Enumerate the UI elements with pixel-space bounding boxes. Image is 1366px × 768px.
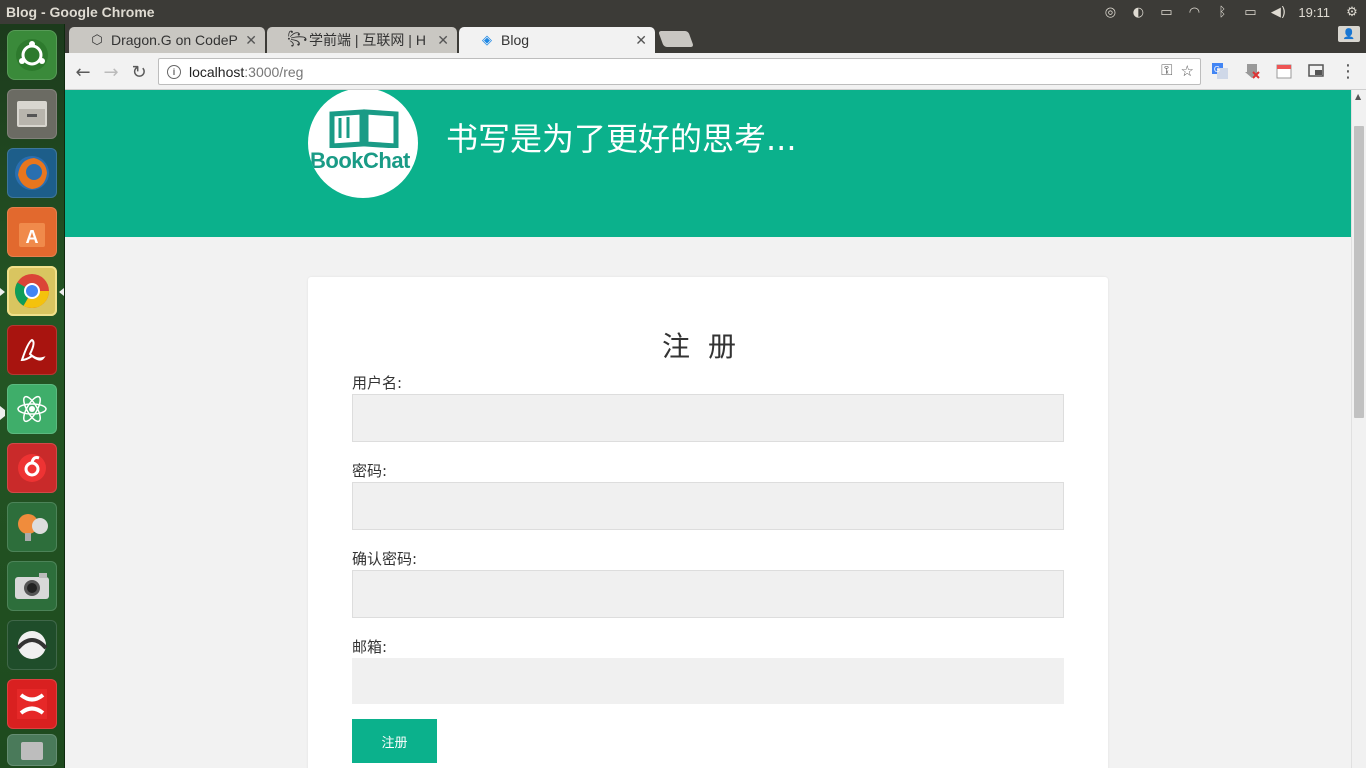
netease-music-icon[interactable] xyxy=(7,443,57,493)
email-label: 邮箱: xyxy=(352,638,388,656)
username-input[interactable] xyxy=(352,394,1064,442)
tab-blog[interactable]: ◈ Blog ✕ xyxy=(459,27,655,53)
blog-icon: ◈ xyxy=(482,32,492,47)
tab-label: 学前端 | 互联网 | H xyxy=(309,32,426,48)
launcher: A xyxy=(0,24,65,768)
password-input[interactable] xyxy=(352,482,1064,530)
trash-icon[interactable] xyxy=(7,734,57,766)
close-icon[interactable]: ✕ xyxy=(437,32,449,49)
brightness-icon[interactable] xyxy=(7,502,57,552)
form-title: 注册 xyxy=(661,330,754,363)
clock[interactable]: 19:11 xyxy=(1298,5,1330,20)
ubuntu-dash-icon[interactable] xyxy=(7,30,57,80)
tab-xueqianduan[interactable]: ꧂ 学前端 | 互联网 | H ✕ xyxy=(267,27,457,53)
url-path: :3000/reg xyxy=(244,63,304,80)
vertical-scrollbar[interactable]: ▲ xyxy=(1351,90,1366,768)
register-button[interactable]: 注册 xyxy=(352,719,437,763)
camera-icon[interactable] xyxy=(7,561,57,611)
translate-icon[interactable]: G xyxy=(1209,60,1231,82)
scroll-up-icon[interactable]: ▲ xyxy=(1355,92,1361,101)
username-label: 用户名: xyxy=(352,374,403,392)
codepen-icon: ⬡ xyxy=(91,32,103,47)
close-icon[interactable]: ✕ xyxy=(635,32,647,49)
profile-icon[interactable]: 👤 xyxy=(1338,26,1360,42)
address-bar[interactable]: i localhost:3000/reg ⚿ ☆ xyxy=(158,58,1201,85)
software-center-icon[interactable]: A xyxy=(7,207,57,257)
site-logo[interactable]: BookChat xyxy=(308,90,418,198)
site-slogan: 书写是为了更好的思考... xyxy=(446,120,797,158)
system-top-panel: Blog - Google Chrome ◎ ◐ ▭ ◠ ᛒ ▭ ◀) 19:1… xyxy=(0,0,1366,24)
book-icon xyxy=(329,109,399,148)
confirm-password-input[interactable] xyxy=(352,570,1064,618)
site-icon: ꧂ xyxy=(287,29,308,45)
calendar-ext-icon[interactable] xyxy=(1273,60,1295,82)
tab-label: Dragon.G on CodeP xyxy=(111,32,238,48)
confirm-password-label: 确认密码: xyxy=(352,550,418,568)
atom-icon[interactable] xyxy=(7,384,57,434)
close-icon[interactable]: ✕ xyxy=(245,32,257,49)
menu-icon[interactable]: ⋮ xyxy=(1337,60,1359,82)
keyboard-icon[interactable]: ▭ xyxy=(1152,0,1180,24)
acrobat-reader-icon[interactable] xyxy=(7,325,57,375)
site-header: BookChat 书写是为了更好的思考... xyxy=(65,90,1351,237)
cast-icon[interactable] xyxy=(1305,60,1327,82)
window-title: Blog - Google Chrome xyxy=(6,4,155,20)
password-label: 密码: xyxy=(352,462,388,480)
forward-icon[interactable]: → xyxy=(99,60,123,84)
email-input[interactable] xyxy=(352,658,1064,704)
register-card: 注册 用户名: 密码: 确认密码: 邮箱: 注册 xyxy=(308,277,1108,768)
scroll-thumb[interactable] xyxy=(1354,126,1364,418)
info-icon[interactable]: i xyxy=(167,64,181,79)
bluetooth-icon[interactable]: ᛒ xyxy=(1208,0,1236,24)
volume-icon[interactable]: ◀) xyxy=(1264,0,1292,24)
url-host: localhost xyxy=(189,63,245,80)
tab-strip: ⬡ Dragon.G on CodeP ✕ ꧂ 学前端 | 互联网 | H ✕ … xyxy=(65,24,1366,53)
svg-text:G: G xyxy=(1214,65,1220,74)
page-viewport: BookChat 书写是为了更好的思考... 注册 用户名: 密码: 确认密码:… xyxy=(65,90,1351,768)
browser-toolbar: ← → ↻ i localhost:3000/reg ⚿ ☆ G ⋮ xyxy=(65,53,1366,90)
logo-text: BookChat xyxy=(310,148,410,173)
xmind-icon[interactable] xyxy=(7,679,57,729)
chrome-icon[interactable] xyxy=(7,266,57,316)
svg-text:A: A xyxy=(26,227,39,247)
gear-icon[interactable]: ⚙ xyxy=(1338,0,1366,24)
firefox-icon[interactable] xyxy=(7,148,57,198)
sync-icon[interactable]: ◐ xyxy=(1124,0,1152,24)
download-ext-icon[interactable] xyxy=(1241,60,1263,82)
tab-codepen[interactable]: ⬡ Dragon.G on CodeP ✕ xyxy=(69,27,265,53)
browser-window: ⬡ Dragon.G on CodeP ✕ ꧂ 学前端 | 互联网 | H ✕ … xyxy=(65,24,1366,768)
lightbulb-icon[interactable]: ◎ xyxy=(1096,0,1124,24)
back-icon[interactable]: ← xyxy=(71,60,95,84)
reload-icon[interactable]: ↻ xyxy=(127,60,151,84)
key-icon[interactable]: ⚿ xyxy=(1161,62,1172,80)
new-tab-button[interactable] xyxy=(658,31,694,47)
app-icon[interactable] xyxy=(7,620,57,670)
files-icon[interactable] xyxy=(7,89,57,139)
battery-icon[interactable]: ▭ xyxy=(1236,0,1264,24)
system-tray: ◎ ◐ ▭ ◠ ᛒ ▭ ◀) 19:11 ⚙ xyxy=(1096,0,1366,24)
star-icon[interactable]: ☆ xyxy=(1181,62,1194,80)
wifi-icon[interactable]: ◠ xyxy=(1180,0,1208,24)
tab-label: Blog xyxy=(501,32,530,48)
